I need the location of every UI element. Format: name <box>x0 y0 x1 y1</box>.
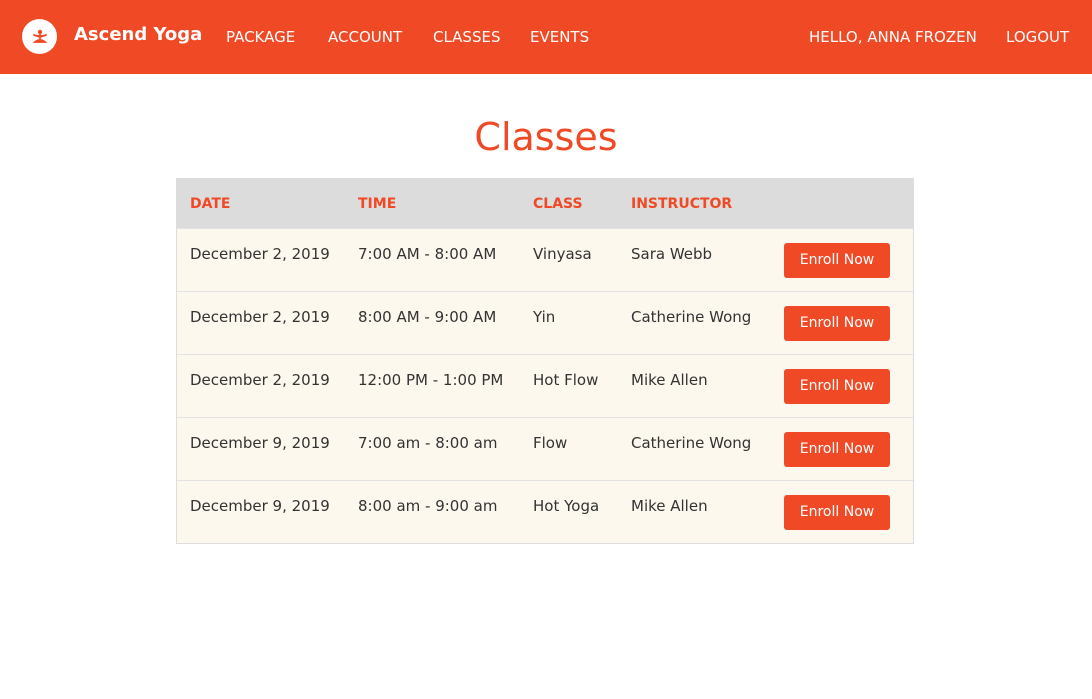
column-header-instructor: INSTRUCTOR <box>631 196 733 212</box>
nav-classes[interactable]: CLASSES <box>433 28 500 46</box>
nav-account[interactable]: ACCOUNT <box>328 28 402 46</box>
cell-date: December 9, 2019 <box>190 497 330 515</box>
logo[interactable] <box>22 19 57 54</box>
cell-date: December 2, 2019 <box>190 245 330 263</box>
enroll-now-button[interactable]: Enroll Now <box>784 369 890 404</box>
cell-instructor: Mike Allen <box>631 371 708 389</box>
page-title: Classes <box>474 115 618 159</box>
cell-instructor: Sara Webb <box>631 245 713 263</box>
nav-events[interactable]: EVENTS <box>530 28 589 46</box>
table-row: December 2, 2019 8:00 AM - 9:00 AM Yin C… <box>177 291 913 354</box>
cell-time: 7:00 AM - 8:00 AM <box>358 245 497 263</box>
cell-class: Hot Yoga <box>533 497 600 515</box>
cell-class: Hot Flow <box>533 371 599 389</box>
column-header-date: DATE <box>190 196 231 212</box>
column-header-time: TIME <box>358 196 397 212</box>
cell-class: Yin <box>533 308 556 326</box>
cell-time: 8:00 am - 9:00 am <box>358 497 498 515</box>
table-row: December 9, 2019 8:00 am - 9:00 am Hot Y… <box>177 480 913 543</box>
enroll-now-button[interactable]: Enroll Now <box>784 495 890 530</box>
cell-date: December 2, 2019 <box>190 308 330 326</box>
table-row: December 2, 2019 7:00 AM - 8:00 AM Vinya… <box>177 228 913 291</box>
table-row: December 9, 2019 7:00 am - 8:00 am Flow … <box>177 417 913 480</box>
cell-date: December 9, 2019 <box>190 434 330 452</box>
column-header-class: CLASS <box>533 196 583 212</box>
cell-time: 8:00 AM - 9:00 AM <box>358 308 497 326</box>
enroll-now-button[interactable]: Enroll Now <box>784 432 890 467</box>
nav-package[interactable]: PACKAGE <box>226 28 295 46</box>
logout-link[interactable]: LOGOUT <box>1006 28 1069 46</box>
enroll-now-button[interactable]: Enroll Now <box>784 243 890 278</box>
brand-name[interactable]: Ascend Yoga <box>74 24 202 46</box>
cell-class: Flow <box>533 434 568 452</box>
cell-time: 12:00 PM - 1:00 PM <box>358 371 504 389</box>
user-greeting[interactable]: HELLO, ANNA FROZEN <box>809 28 977 46</box>
cell-time: 7:00 am - 8:00 am <box>358 434 498 452</box>
cell-instructor: Catherine Wong <box>631 308 752 326</box>
classes-table: DATE TIME CLASS INSTRUCTOR December 2, 2… <box>176 178 914 544</box>
top-navbar: Ascend Yoga PACKAGE ACCOUNT CLASSES EVEN… <box>0 0 1092 74</box>
table-row: December 2, 2019 12:00 PM - 1:00 PM Hot … <box>177 354 913 417</box>
cell-class: Vinyasa <box>533 245 592 263</box>
cell-instructor: Catherine Wong <box>631 434 752 452</box>
table-header: DATE TIME CLASS INSTRUCTOR <box>177 178 913 228</box>
yoga-pose-icon <box>31 29 48 43</box>
enroll-now-button[interactable]: Enroll Now <box>784 306 890 341</box>
cell-date: December 2, 2019 <box>190 371 330 389</box>
cell-instructor: Mike Allen <box>631 497 708 515</box>
